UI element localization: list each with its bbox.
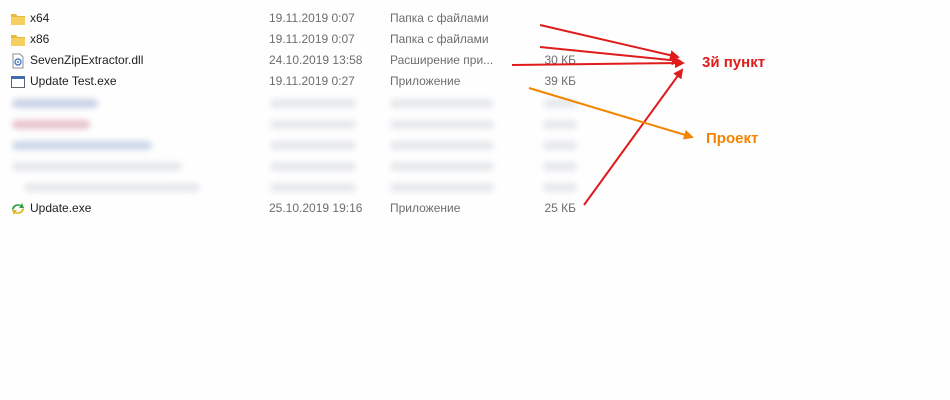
orange-arrow-from-update-test xyxy=(528,87,694,140)
red-arrow-from-x86 xyxy=(539,46,682,66)
red-arrow-from-dll xyxy=(511,58,685,69)
annotation-arrows xyxy=(511,24,694,206)
red-arrow-from-x64 xyxy=(539,24,680,61)
annotation-project: Проект xyxy=(706,130,759,147)
annotation-item3: 3й пункт xyxy=(702,54,766,71)
red-arrow-from-update xyxy=(583,68,684,206)
